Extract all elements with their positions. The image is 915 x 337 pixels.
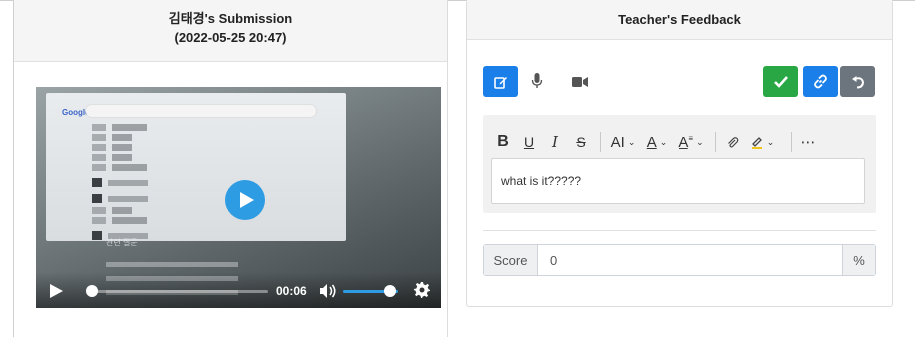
score-label: Score — [484, 245, 538, 275]
bold-button[interactable]: B — [491, 130, 515, 154]
editor-toolbar: B U I S AI ⌄ A ⌄ A̲≡ ⌄ ⌄ ⋯ — [491, 126, 865, 158]
check-icon — [773, 75, 788, 88]
chevron-down-icon: ⌄ — [766, 136, 775, 147]
chevron-down-icon: ⌄ — [659, 136, 668, 147]
feedback-card: Teacher's Feedback B U I S AI ⌄ A ⌄ A̲≡ … — [466, 0, 893, 307]
italic-button[interactable]: I — [543, 130, 567, 154]
chevron-down-icon: ⌄ — [696, 136, 704, 147]
font-color-label: A — [646, 133, 657, 151]
play-icon — [239, 192, 254, 208]
highlighter-icon — [751, 137, 762, 149]
feedback-header: Teacher's Feedback — [467, 0, 892, 40]
progress-handle[interactable] — [85, 285, 98, 297]
toolbar-divider — [791, 132, 792, 152]
rich-text-editor: B U I S AI ⌄ A ⌄ A̲≡ ⌄ ⌄ ⋯ what is it???… — [483, 115, 876, 213]
video-frame-suggestions — [92, 121, 312, 243]
score-input[interactable]: 0 — [538, 245, 842, 275]
chevron-down-icon: ⌄ — [627, 136, 636, 147]
video-frame-screen: Google — [46, 93, 346, 241]
submission-title: 김태경's Submission — [168, 11, 293, 26]
gear-icon — [414, 282, 430, 298]
video-camera-icon — [572, 77, 588, 87]
feedback-text-area[interactable]: what is it????? — [491, 158, 865, 204]
toolbar-divider — [600, 132, 601, 152]
submission-timestamp: (2022-05-25 20:47) — [174, 30, 287, 45]
video-frame-caption: 관련 질문 — [106, 238, 138, 247]
approve-button[interactable] — [763, 66, 798, 97]
settings-button[interactable] — [414, 282, 430, 303]
strikethrough-button[interactable]: S — [569, 130, 593, 154]
toolbar-divider — [715, 132, 716, 152]
paperclip-icon — [727, 136, 738, 148]
font-size-dropdown[interactable]: AI ⌄ — [606, 130, 640, 154]
score-unit: % — [842, 245, 875, 275]
edit-icon — [493, 76, 507, 89]
text-style-dropdown[interactable]: A̲≡ ⌄ — [674, 130, 708, 154]
volume-handle[interactable] — [383, 285, 396, 297]
video-controls: 00:06 — [36, 272, 441, 308]
video-player[interactable]: Google 관련 질문 00:06 — [36, 87, 441, 308]
play-icon — [50, 284, 63, 298]
control-play-button[interactable] — [50, 284, 63, 303]
submission-header: 김태경's Submission (2022-05-25 20:47) — [14, 0, 447, 62]
microphone-icon — [531, 73, 543, 88]
undo-button[interactable] — [840, 66, 875, 97]
submission-card: 김태경's Submission (2022-05-25 20:47) Goog… — [13, 0, 448, 337]
font-size-label: AI — [610, 133, 625, 151]
link-button[interactable] — [803, 66, 838, 97]
volume-icon — [320, 284, 336, 298]
progress-track[interactable] — [88, 290, 268, 293]
highlight-dropdown[interactable]: ⌄ — [745, 130, 779, 154]
undo-icon — [851, 75, 864, 88]
current-time: 00:06 — [276, 284, 307, 298]
score-input-group: Score 0 % — [483, 244, 876, 276]
volume-button[interactable] — [319, 283, 337, 304]
link-icon — [814, 74, 827, 89]
big-play-button[interactable] — [225, 180, 265, 220]
video-frame-searchbar — [86, 105, 316, 117]
text-style-icon: A̲≡ — [678, 133, 694, 151]
insert-link-button[interactable] — [721, 130, 743, 154]
video-feedback-button[interactable] — [572, 75, 588, 93]
section-divider — [483, 230, 876, 231]
font-color-dropdown[interactable]: A ⌄ — [642, 130, 672, 154]
more-options-button[interactable]: ⋯ — [797, 130, 819, 154]
text-feedback-button[interactable] — [483, 66, 518, 97]
underline-button[interactable]: U — [517, 130, 541, 154]
audio-feedback-button[interactable] — [531, 73, 543, 94]
